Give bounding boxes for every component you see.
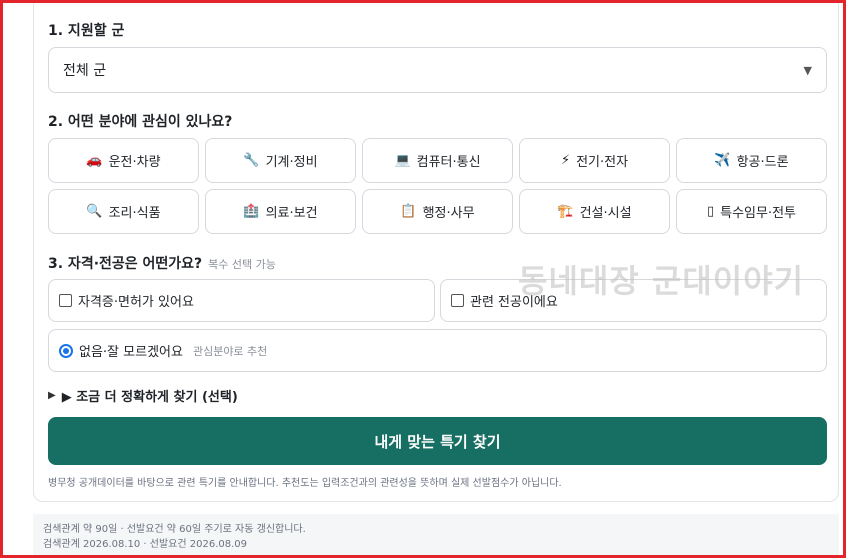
checkbox[interactable] [451, 294, 464, 307]
find-specialty-button[interactable]: 내게 맞는 특기 찾기 [48, 417, 827, 465]
hospital-icon: 🏥 [243, 204, 260, 219]
field-chip-label: 건설·시설 [579, 206, 632, 221]
field-chip-label: 컴퓨터·통신 [416, 155, 481, 170]
magnifier-icon: 🔍 [86, 204, 103, 219]
field-chip-mechanical[interactable]: 🔧 기계·정비 [205, 138, 356, 183]
car-icon: 🚗 [86, 153, 103, 168]
field-chip-label: 기계·정비 [265, 155, 318, 170]
placeholder-glyph-icon: ▯ [706, 204, 715, 219]
airplane-icon: ✈️ [714, 153, 731, 168]
field-chip-cooking[interactable]: 🔍 조리·식품 [48, 189, 199, 234]
section-qualification-title: 3. 자격·전공은 어떤가요? 복수 선택 가능 [48, 253, 276, 273]
chevron-down-icon: ▼ [803, 63, 812, 77]
section-branch-title: 1. 지원할 군 [48, 23, 125, 39]
footer: 검색관계 약 90일 · 선발요건 약 60일 주기로 자동 갱신합니다. 검색… [33, 514, 839, 558]
field-chip-label: 조리·식품 [108, 206, 161, 221]
field-chip-label: 특수임무·전투 [720, 206, 797, 221]
laptop-icon: 💻 [394, 153, 411, 168]
checkbox[interactable] [59, 294, 72, 307]
field-chip-special-ops[interactable]: ▯ 특수임무·전투 [676, 189, 827, 234]
section-qualification-heading: 3. 자격·전공은 어떤가요? [48, 256, 203, 272]
field-chip-label: 항공·드론 [736, 155, 789, 170]
branch-select-value: 전체 군 [63, 63, 107, 79]
construction-icon: 🏗️ [557, 204, 574, 219]
radio-selected[interactable] [59, 343, 73, 358]
field-chip-computer[interactable]: 💻 컴퓨터·통신 [362, 138, 513, 183]
option-certificate[interactable]: 자격증·면허가 있어요 [48, 279, 435, 322]
footer-update-cycle: 검색관계 약 90일 · 선발요건 약 60일 주기로 자동 갱신합니다. [43, 524, 306, 535]
clipboard-icon: 📋 [400, 204, 417, 219]
disclosure-triangle-icon: ▶ [48, 390, 56, 401]
field-chip-label: 운전·차량 [108, 155, 161, 170]
multi-select-hint: 복수 선택 가능 [208, 258, 276, 271]
lightning-icon: ⚡ [560, 153, 571, 168]
option-label: 자격증·면허가 있어요 [78, 295, 194, 310]
field-chip-label: 행정·사무 [422, 206, 475, 221]
wrench-icon: 🔧 [243, 153, 260, 168]
branch-select[interactable]: 전체 군 ▼ [48, 47, 827, 93]
field-chip-label: 전기·전자 [576, 155, 629, 170]
field-chip-driving[interactable]: 🚗 운전·차량 [48, 138, 199, 183]
field-chip-medical[interactable]: 🏥 의료·보건 [205, 189, 356, 234]
option-none[interactable]: 없음·잘 모르겠어요 관심분야로 추천 [48, 329, 827, 372]
interest-grid: 🚗 운전·차량 🔧 기계·정비 💻 컴퓨터·통신 ⚡ 전기·전자 ✈️ 항공·드… [48, 138, 827, 234]
field-chip-aviation[interactable]: ✈️ 항공·드론 [676, 138, 827, 183]
footer-update-dates: 검색관계 2026.08.10 · 선발요건 2026.08.09 [43, 539, 248, 550]
field-chip-construction[interactable]: 🏗️ 건설·시설 [519, 189, 670, 234]
option-label: 없음·잘 모르겠어요 [79, 345, 183, 360]
more-precise-label: ▶ 조금 더 정확하게 찾기 (선택) [61, 390, 238, 405]
watermark: 동네대장 군대이야기 [518, 262, 805, 300]
option-sublabel: 관심분야로 추천 [192, 344, 268, 358]
field-chip-label: 의료·보건 [265, 206, 318, 221]
section-interest-title: 2. 어떤 분야에 관심이 있나요? [48, 114, 233, 130]
field-chip-electric[interactable]: ⚡ 전기·전자 [519, 138, 670, 183]
more-precise-toggle[interactable]: ▶ ▶ 조금 더 정확하게 찾기 (선택) [48, 386, 238, 405]
field-chip-admin[interactable]: 📋 행정·사무 [362, 189, 513, 234]
data-notice: 병무청 공개데이터를 바탕으로 관련 특기를 안내합니다. 추천도는 입력조건과… [48, 478, 562, 489]
